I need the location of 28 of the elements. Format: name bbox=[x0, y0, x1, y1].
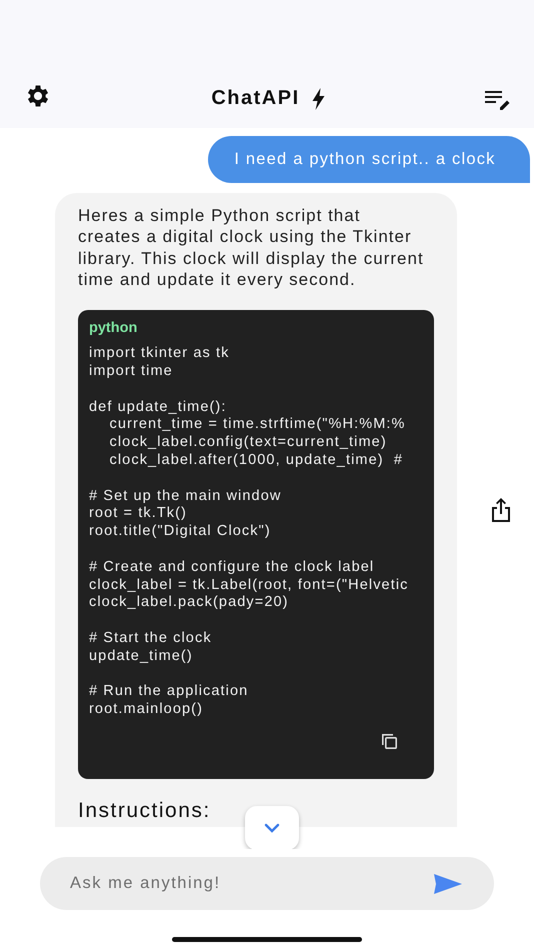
assistant-message-text: Heres a simple Python script that creates a digital clock using the Tkinter library. This clock will display the current time and update it every second. bbox=[78, 205, 424, 290]
code-line: clock_label.after(1000, update_time) # bbox=[108, 452, 404, 470]
code-line: # Set up the main window bbox=[89, 488, 282, 506]
code-line: update_time() bbox=[89, 648, 194, 666]
app-title: ChatAPI bbox=[211, 87, 300, 110]
edit-list-icon[interactable] bbox=[484, 88, 512, 110]
lightning-bolt-icon bbox=[312, 88, 325, 110]
send-icon[interactable] bbox=[434, 874, 462, 894]
instructions-heading: Instructions: bbox=[78, 798, 212, 824]
code-line: root = tk.Tk() bbox=[89, 505, 188, 524]
code-line: import tkinter as tk bbox=[89, 345, 230, 363]
code-line: root.title("Digital Clock") bbox=[89, 523, 272, 541]
code-line: import time bbox=[89, 362, 174, 381]
code-line: root.mainloop() bbox=[89, 701, 204, 719]
code-line: # Create and configure the clock label bbox=[89, 558, 376, 577]
chevron-down-icon bbox=[264, 823, 280, 833]
code-line: clock_label = tk.Label(root, font=("Helvetic bbox=[89, 576, 410, 594]
code-line: # Run the application bbox=[89, 683, 250, 702]
code-line: # Start the clock bbox=[89, 630, 213, 648]
code-line: clock_label.pack(pady=20) bbox=[89, 594, 290, 612]
code-line: def update_time(): bbox=[89, 398, 228, 416]
code-language-label: python bbox=[89, 320, 138, 336]
code-line: clock_label.config(text=current_time) bbox=[108, 434, 388, 452]
share-icon[interactable] bbox=[489, 496, 513, 523]
code-line: current_time = time.strftime("%H:%M:% bbox=[108, 416, 407, 434]
user-message-bubble: I need a python script.. a clock bbox=[208, 136, 530, 183]
composer-bar[interactable]: Ask me anything! bbox=[40, 857, 494, 910]
message-input-field[interactable]: Ask me anything! bbox=[68, 873, 434, 894]
